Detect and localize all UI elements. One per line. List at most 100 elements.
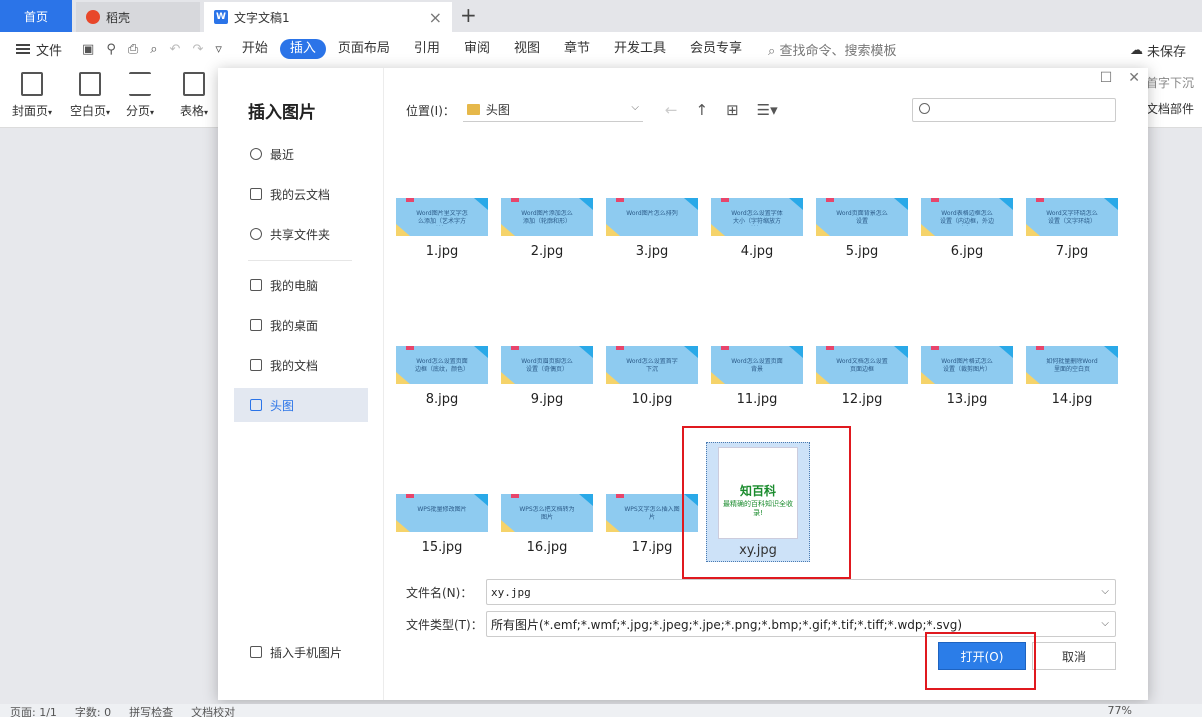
tab-home[interactable]: 首页 — [0, 0, 72, 32]
daoke-icon — [86, 10, 100, 24]
menu-tab-review[interactable]: 审阅 — [452, 39, 502, 59]
new-folder-icon[interactable]: ⊞ — [726, 101, 739, 119]
file-item-16[interactable]: WPS怎么把文档转为图片 16.jpg — [499, 494, 595, 555]
file-name: 4.jpg — [740, 244, 774, 259]
dialog-sidebar: 插入图片 最近 我的云文档 共享文件夹 我的电脑 我的桌面 我的文档 头图 插入… — [218, 68, 384, 700]
desktop-icon — [250, 319, 262, 331]
word-count[interactable]: 字数: 0 — [75, 704, 111, 717]
file-item-2[interactable]: Word图片添加怎么添加（轮廓和形） 2.jpg — [499, 198, 595, 259]
maximize-icon[interactable]: ☐ — [1100, 70, 1113, 86]
file-item-11[interactable]: Word怎么设置页面背景 11.jpg — [709, 346, 805, 407]
file-menu-button[interactable]: 文件 — [0, 40, 74, 59]
up-icon[interactable]: ↑ — [695, 101, 708, 119]
file-item-12[interactable]: Word文档怎么设置页面边框 12.jpg — [814, 346, 910, 407]
page-break-button[interactable]: 分页▾ — [126, 72, 154, 119]
cloud-doc-icon — [250, 188, 262, 200]
sidebar-item-pc[interactable]: 我的电脑 — [234, 268, 368, 302]
menu-tab-developer[interactable]: 开发工具 — [602, 39, 678, 59]
file-item-14[interactable]: 如何批量删除Word里面的空白页 14.jpg — [1024, 346, 1120, 407]
menu-tab-section[interactable]: 章节 — [552, 39, 602, 59]
file-thumbnail: WPS怎么把文档转为图片 — [501, 494, 593, 532]
file-item-9[interactable]: Word页眉页脚怎么设置（奇偶页） 9.jpg — [499, 346, 595, 407]
search-icon — [919, 103, 930, 114]
location-bar: 位置(I)： 头图 ⌵ ← ↑ ⊞ ☰▾ — [406, 98, 778, 122]
file-item-6[interactable]: Word表格边框怎么设置（内边框，外边框） 6.jpg — [919, 198, 1015, 259]
file-item-4[interactable]: Word怎么设置字体大小（字符缩放方法） 4.jpg — [709, 198, 805, 259]
menu-tab-insert[interactable]: 插入 — [279, 39, 326, 59]
dialog-window-controls: ☐ ✕ — [1100, 70, 1140, 86]
location-nav-icons: ← ↑ ⊞ ☰▾ — [665, 101, 778, 119]
cancel-button[interactable]: 取消 — [1032, 642, 1116, 670]
file-item-3[interactable]: Word图片怎么排列 3.jpg — [604, 198, 700, 259]
file-item-10[interactable]: Word怎么设置首字下沉 10.jpg — [604, 346, 700, 407]
print-preview-icon[interactable]: ⌕ — [150, 42, 157, 57]
doc-parts-button[interactable]: 文档部件 — [1146, 100, 1194, 117]
file-item-13[interactable]: Word图片格式怎么设置（裁剪图片） 13.jpg — [919, 346, 1015, 407]
sidebar-item-shared[interactable]: 共享文件夹 — [234, 217, 368, 251]
location-value: 头图 — [485, 103, 510, 117]
heart-decoration — [1036, 198, 1044, 202]
spell-check-button[interactable]: 拼写检查 — [129, 704, 173, 717]
word-doc-icon: W — [214, 10, 228, 24]
close-tab-icon[interactable]: × — [429, 8, 442, 27]
close-icon[interactable]: ✕ — [1128, 70, 1140, 86]
format-painter-icon[interactable]: ⚲ — [106, 42, 116, 57]
page-break-label: 分页 — [126, 104, 151, 118]
blank-page-button[interactable]: 空白页▾ — [70, 72, 110, 119]
menu-tab-view[interactable]: 视图 — [502, 39, 552, 59]
file-item-1[interactable]: Word图片里文字怎么添加（艺术字方法） 1.jpg — [394, 198, 490, 259]
quick-access-toolbar: ▣ ⚲ ⎙ ⌕ ↶ ↷ ▿ — [74, 42, 230, 57]
file-item-8[interactable]: Word怎么设置页面边框（底纹，颜色） 8.jpg — [394, 346, 490, 407]
filename-field[interactable]: xy.jpg ⌵ — [486, 579, 1116, 605]
customize-dropdown-icon[interactable]: ▿ — [215, 42, 222, 57]
chevron-down-icon[interactable]: ⌵ — [1101, 618, 1109, 629]
zoom-level[interactable]: 77% — [1108, 704, 1132, 717]
tab-bar: 首页 稻壳 W 文字文稿1 × + — [0, 0, 1202, 32]
tab-document[interactable]: W 文字文稿1 × — [204, 2, 452, 32]
thumbnail-caption: 如何批量删除Word里面的空白页 — [1046, 358, 1098, 373]
chevron-down-icon[interactable]: ⌵ — [1101, 586, 1109, 597]
file-item-15[interactable]: WPS批量修改图片 15.jpg — [394, 494, 490, 555]
command-search[interactable]: ⌕ 查找命令、搜索模板 — [754, 40, 896, 59]
sidebar-item-documents[interactable]: 我的文档 — [234, 348, 368, 382]
cover-page-button[interactable]: 封面页▾ — [12, 72, 52, 119]
sidebar-item-desktop[interactable]: 我的桌面 — [234, 308, 368, 342]
menu-tab-start[interactable]: 开始 — [230, 39, 280, 59]
sidebar-item-touxiang[interactable]: 头图 — [234, 388, 368, 422]
print-icon[interactable]: ⎙ — [128, 42, 138, 57]
file-item-5[interactable]: Word页面背景怎么设置 5.jpg — [814, 198, 910, 259]
file-name: 5.jpg — [845, 244, 879, 259]
documents-icon — [250, 359, 262, 371]
menu-tab-references[interactable]: 引用 — [402, 39, 452, 59]
sidebar-item-label: 我的桌面 — [270, 318, 319, 333]
file-search-input[interactable] — [912, 98, 1116, 122]
save-status[interactable]: ☁ 未保存 — [1130, 41, 1186, 60]
redo-icon[interactable]: ↷ — [192, 42, 203, 57]
tab-daoke[interactable]: 稻壳 — [76, 2, 200, 32]
back-icon[interactable]: ← — [665, 101, 678, 119]
location-select[interactable]: 头图 ⌵ — [462, 98, 643, 122]
insert-phone-picture-button[interactable]: 插入手机图片 — [234, 635, 368, 669]
proofread-button[interactable]: 文档校对 — [191, 704, 235, 717]
menu-tab-member[interactable]: 会员专享 — [678, 39, 754, 59]
file-item-7[interactable]: Word文字环绕怎么设置（文字环绕） 7.jpg — [1024, 198, 1120, 259]
file-name: 11.jpg — [736, 392, 778, 407]
sidebar-divider — [248, 260, 352, 261]
cover-page-icon — [21, 72, 44, 96]
view-mode-icon[interactable]: ☰▾ — [757, 101, 778, 119]
table-button[interactable]: 表格▾ — [180, 72, 208, 119]
file-name: 10.jpg — [631, 392, 673, 407]
cloud-icon: ☁ — [1129, 43, 1143, 58]
tab-daoke-label: 稻壳 — [106, 10, 131, 25]
sidebar-item-recent[interactable]: 最近 — [234, 137, 368, 171]
drop-cap-button[interactable]: 首字下沉 — [1146, 74, 1194, 91]
cover-page-label: 封面页 — [12, 104, 49, 118]
new-tab-button[interactable]: + — [460, 3, 477, 27]
heart-decoration — [511, 346, 519, 350]
menu-tab-layout[interactable]: 页面布局 — [326, 39, 402, 59]
heart-decoration — [721, 198, 729, 202]
sidebar-item-cloud[interactable]: 我的云文档 — [234, 177, 368, 211]
command-search-label: 查找命令、搜索模板 — [779, 43, 897, 59]
undo-icon[interactable]: ↶ — [170, 42, 181, 57]
save-icon[interactable]: ▣ — [82, 42, 94, 57]
